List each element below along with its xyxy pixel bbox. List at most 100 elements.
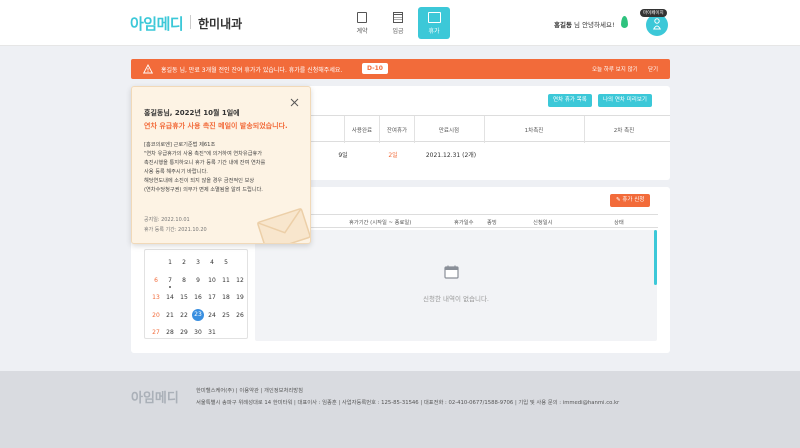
calendar-empty-cell (233, 256, 247, 274)
notice-date: 공지일: 2022.10.01 (144, 217, 190, 223)
calendar-day[interactable]: 3 (191, 256, 205, 274)
expiry-alert-bar: 홍길동 님, 만료 3개월 전인 잔여 휴가가 있습니다. 휴가를 신청해주세요… (131, 59, 670, 79)
calendar-day[interactable]: 24 (205, 309, 219, 327)
col-divider (584, 116, 585, 143)
calendar-day[interactable]: 12 (233, 274, 247, 292)
calendar-day[interactable]: 5 (219, 256, 233, 274)
nav-wage-label: 임금 (392, 27, 404, 35)
popup-body: [홈코의로엔] 근로기준법 제61조 "연차 유급휴가의 사용 촉진"에 의거하… (144, 141, 265, 195)
top-header: 아임메디 한미내과 계약 임금 휴가 홍길동 님 안녕하세요! 마이페이지 (0, 0, 800, 46)
main-nav: 계약 임금 휴가 (346, 7, 450, 39)
calculator-icon (393, 11, 403, 23)
calendar-day[interactable]: 6 (149, 274, 163, 292)
user-name: 홍길동 (554, 21, 572, 29)
envelope-icon (257, 208, 310, 243)
calendar-empty-cell (219, 326, 233, 344)
col-divider (414, 116, 415, 143)
register-period: 휴가 등록 기간: 2021.10.20 (144, 227, 207, 233)
calendar-day[interactable]: 31 (205, 326, 219, 344)
leave-list-button[interactable]: 연차 휴가 목록 (548, 94, 592, 107)
calendar-day[interactable]: 27 (149, 326, 163, 344)
calendar-day[interactable]: 13 (149, 291, 163, 309)
popup-body-line: 사용 등록 해주시기 바랍니다. (144, 169, 208, 175)
col-period: 휴가기간 (시작일 ~ 종료일) (349, 220, 412, 226)
expiry-date-value: 2021.12.31 (2개) (425, 152, 477, 159)
col-divider (344, 116, 345, 143)
my-leave-preview-button[interactable]: 나의 연차 미리보기 (598, 94, 652, 107)
col-first-promo: 1차촉진 (524, 128, 544, 134)
col-second-promo: 2차 촉진 (613, 128, 635, 134)
dday-badge: D-10 (362, 63, 388, 74)
col-divider (379, 116, 380, 143)
col-applied-at: 신청일시 (533, 220, 553, 226)
popup-title: 홍길동님, 2022년 10월 1일에 (144, 109, 240, 117)
calendar-day[interactable]: 19 (233, 291, 247, 309)
col-days: 휴가일수 (454, 220, 474, 226)
calendar-day[interactable]: 26 (233, 309, 247, 327)
empty-requests-message: 신청한 내역이 없습니다. (423, 295, 489, 303)
person-icon (653, 18, 661, 30)
calendar-day[interactable]: 10 (205, 274, 219, 292)
calendar-day[interactable]: 23 (192, 308, 204, 321)
empty-requests-area: 신청한 내역이 없습니다. (255, 230, 657, 341)
calendar-day[interactable]: 16 (191, 291, 205, 309)
calendar-day[interactable]: 21 (163, 309, 177, 327)
site-footer: 아임메디 한미헬스케어(주) | 이용약관 | 개인정보처리방침 서울특별시 송… (0, 371, 800, 448)
calendar-day[interactable]: 30 (191, 326, 205, 344)
hide-today-link[interactable]: 오늘 하루 보지 않기 (592, 65, 638, 73)
col-used: 사용완료 (351, 128, 373, 134)
calendar-day[interactable]: 28 (163, 326, 177, 344)
col-status: 상태 (614, 220, 624, 226)
calendar-day[interactable]: 1 (163, 256, 177, 274)
apply-leave-label: 휴가 신청 (622, 197, 645, 203)
calendar-day[interactable]: 4 (205, 256, 219, 274)
calendar-day[interactable]: 9 (191, 274, 205, 292)
clinic-name: 한미내과 (198, 17, 243, 31)
calendar-day[interactable]: 2 (177, 256, 191, 274)
promotion-notice-popup: 홍길동님, 2022년 10월 1일에 연차 유급휴가 사용 촉진 메일이 발송… (131, 86, 311, 244)
popup-body-line: [홈코의로엔] 근로기준법 제61조 (144, 142, 216, 148)
leaf-icon (621, 16, 628, 28)
nav-vacation[interactable]: 휴가 (418, 7, 450, 39)
col-expiry: 만료시점 (438, 128, 460, 134)
app-logo[interactable]: 아임메디 (130, 13, 184, 34)
popup-body-line: 해당연도내에 소진이 되지 않을 경우 금전적인 보상 (144, 178, 255, 184)
mypage-badge[interactable]: 마이페이지 (640, 9, 667, 17)
calendar-day[interactable]: 7 (163, 274, 177, 292)
calendar-empty-cell (233, 326, 247, 344)
used-days-value: 9일 (338, 152, 348, 159)
calendar-day[interactable]: 22 (177, 309, 191, 327)
footer-links[interactable]: 한미헬스케어(주) | 이용약관 | 개인정보처리방침 (196, 386, 303, 394)
calendar-day[interactable]: 8 (177, 274, 191, 292)
greeting-text: 님 안녕하세요! (574, 21, 615, 29)
footer-company-info: 서울특별시 송파구 위례성대로 14 한미타워 | 대표이사 : 임종훈 | 사… (196, 400, 620, 406)
close-icon[interactable] (290, 98, 299, 107)
calendar-day[interactable]: 14 (163, 291, 177, 309)
requests-table-header: 휴가기간 (시작일 ~ 종료일) 휴가일수 종빙 신청일시 상태 (311, 214, 658, 228)
col-divider (484, 116, 485, 143)
calendar-day[interactable]: 17 (205, 291, 219, 309)
apply-leave-button[interactable]: ✎ 휴가 신청 (610, 194, 651, 207)
warning-icon (143, 64, 153, 74)
remaining-days-value: 2일 (388, 152, 398, 159)
nav-contract-label: 계약 (356, 27, 368, 35)
nav-wage[interactable]: 임금 (382, 7, 414, 39)
calendar-grid: 1 2 3 4 5 6 7 8 9 10 11 12 13 14 15 16 17 18 19 20 21 22 23 24 2… (149, 256, 247, 344)
nav-vacation-label: 휴가 (428, 27, 440, 35)
calendar-day[interactable]: 11 (219, 274, 233, 292)
alert-close-link[interactable]: 닫기 (648, 65, 658, 73)
logo-divider (190, 15, 191, 29)
calendar-day[interactable]: 18 (219, 291, 233, 309)
calendar-day[interactable]: 29 (177, 326, 191, 344)
user-greeting: 홍길동 님 안녕하세요! (554, 19, 615, 29)
col-evidence: 종빙 (487, 220, 497, 226)
popup-body-line: (연차수당청구권) 의무가 면제 소멸됨을 알려 드립니다. (144, 187, 263, 193)
calendar-day[interactable]: 20 (149, 309, 163, 327)
calendar-day[interactable]: 15 (177, 291, 191, 309)
popup-subtitle: 연차 유급휴가 사용 촉진 메일이 발송되었습니다. (144, 122, 288, 130)
scrollbar[interactable] (654, 230, 657, 285)
col-remaining: 잔여휴가 (386, 128, 408, 134)
popup-body-line: "연차 유급휴가의 사용 촉진"에 의거하여 연차유급휴가 (144, 151, 263, 157)
nav-contract[interactable]: 계약 (346, 7, 378, 39)
calendar-day[interactable]: 25 (219, 309, 233, 327)
